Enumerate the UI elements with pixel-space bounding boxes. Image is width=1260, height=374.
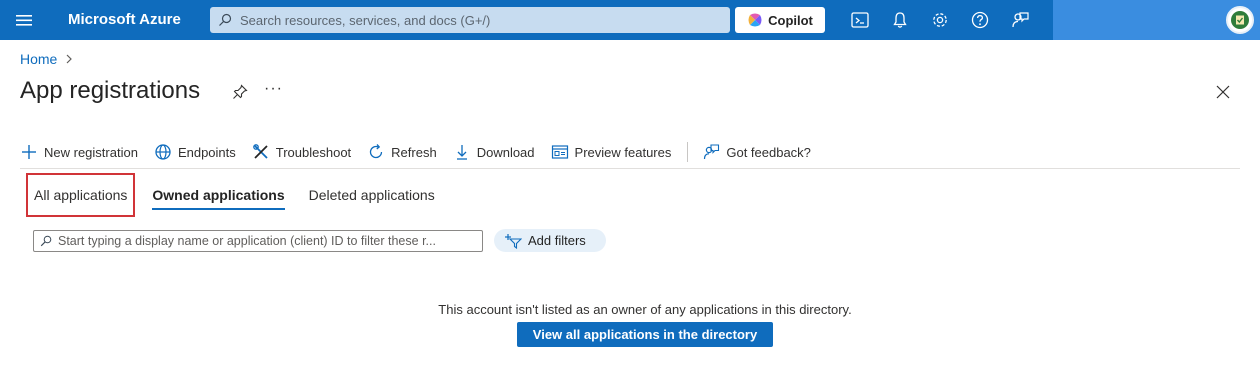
endpoints-button[interactable]: Endpoints [154, 143, 236, 161]
command-bar: New registration Endpoints Troubleshoot … [20, 139, 827, 165]
filter-box[interactable] [33, 230, 483, 252]
tab-owned-applications[interactable]: Owned applications [145, 173, 291, 217]
menu-icon[interactable] [14, 10, 34, 30]
breadcrumb: Home [20, 51, 73, 67]
preview-features-button[interactable]: Preview features [551, 143, 672, 161]
troubleshoot-label: Troubleshoot [275, 144, 352, 160]
troubleshoot-button[interactable]: Troubleshoot [252, 143, 351, 161]
plus-icon [22, 145, 36, 159]
copilot-button[interactable]: Copilot [735, 7, 825, 33]
view-all-applications-button[interactable]: View all applications in the directory [517, 322, 773, 347]
new-registration-label: New registration [44, 144, 138, 160]
top-bar: Microsoft Azure Copilot [0, 0, 1260, 40]
download-icon [456, 145, 467, 160]
refresh-label: Refresh [391, 144, 437, 160]
new-registration-button[interactable]: New registration [20, 143, 138, 161]
globe-icon [155, 144, 171, 160]
filter-input[interactable] [58, 234, 478, 248]
toolbar-divider-line [20, 168, 1240, 169]
tenant-logo-icon [1231, 11, 1249, 29]
toolbar-divider [687, 142, 689, 162]
search-icon [219, 13, 232, 26]
preview-features-label: Preview features [574, 144, 672, 160]
more-options-button[interactable]: ··· [264, 80, 283, 98]
empty-state-message: This account isn't listed as an owner of… [438, 302, 852, 317]
copilot-label: Copilot [768, 12, 813, 28]
page-title: App registrations [20, 77, 201, 104]
refresh-icon [370, 144, 383, 159]
pin-icon[interactable] [232, 84, 248, 100]
global-search[interactable] [210, 7, 730, 33]
feedback-person-icon [704, 144, 720, 160]
portal-brand[interactable]: Microsoft Azure [68, 11, 181, 28]
tools-icon [252, 144, 268, 159]
search-icon [40, 235, 52, 247]
copilot-icon [748, 13, 762, 27]
app-tabs: All applications Owned applications Dele… [26, 173, 442, 217]
preview-features-icon [551, 145, 568, 159]
add-filter-icon [505, 233, 522, 249]
help-icon[interactable] [970, 10, 990, 30]
breadcrumb-home[interactable]: Home [20, 51, 57, 67]
endpoints-label: Endpoints [177, 144, 236, 160]
feedback-button[interactable]: Got feedback? [702, 143, 811, 161]
tab-deleted-applications[interactable]: Deleted applications [302, 173, 442, 217]
close-icon[interactable] [1216, 85, 1230, 99]
chevron-right-icon [66, 54, 73, 64]
feedback-label: Got feedback? [726, 144, 811, 160]
settings-icon[interactable] [930, 10, 950, 30]
notifications-icon[interactable] [890, 10, 910, 30]
search-input[interactable] [240, 12, 720, 28]
tab-all-applications[interactable]: All applications [26, 173, 136, 217]
download-button[interactable]: Download [453, 143, 535, 161]
cloud-shell-icon[interactable] [850, 10, 870, 30]
account-area[interactable] [1053, 0, 1260, 40]
add-filters-label: Add filters [528, 233, 586, 248]
feedback-icon[interactable] [1010, 10, 1030, 30]
download-label: Download [476, 144, 535, 160]
avatar[interactable] [1226, 6, 1254, 34]
add-filters-button[interactable]: Add filters [494, 229, 606, 252]
refresh-button[interactable]: Refresh [367, 143, 437, 161]
